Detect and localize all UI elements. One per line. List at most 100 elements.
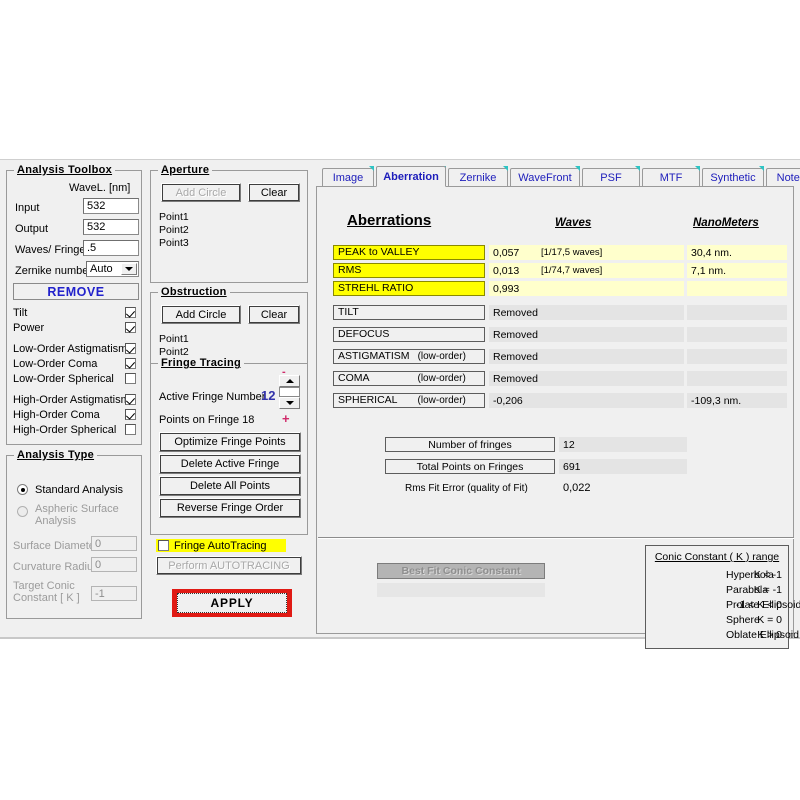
tab-psf[interactable]: PSF — [582, 168, 640, 187]
checkbox-label-power: Power — [13, 322, 44, 334]
checkbox-label-high-order-coma: High-Order Coma — [13, 409, 100, 421]
aberration-waves-value: 0,013 — [493, 265, 541, 277]
waves-per-fringe-field[interactable]: .5 — [83, 240, 139, 256]
conic-shape-name: Hyperbola — [726, 569, 774, 581]
apply-button-frame: APPLY — [172, 589, 292, 617]
apply-button[interactable]: APPLY — [177, 593, 287, 613]
checkbox-low-order-spherical[interactable] — [125, 373, 136, 384]
aberration-row-nanometers: 30,4 nm. — [687, 245, 787, 260]
tab-synthetic[interactable]: Synthetic — [702, 168, 764, 187]
points-on-fringe-label: Points on Fringe 18 — [159, 414, 254, 426]
aberration-row-nanometers — [687, 305, 787, 320]
obstruction-clear-button[interactable]: Clear — [248, 305, 300, 324]
analysis-type-legend: Analysis Type — [14, 449, 97, 461]
tab-marker-zernike-icon — [503, 166, 508, 171]
delete-active-fringe-button[interactable]: Delete Active Fringe — [159, 454, 301, 474]
checkbox-power[interactable] — [125, 322, 136, 333]
tab-image[interactable]: Image — [322, 168, 374, 187]
obstruction-point-1[interactable]: Point1 — [159, 333, 189, 346]
total-points-on-fringes-label: Total Points on Fringes — [385, 459, 555, 474]
spinner-value-box[interactable] — [279, 387, 300, 397]
checkbox-high-order-astigmatism[interactable] — [125, 394, 136, 405]
aberration-row-waves: 0,993 — [489, 281, 684, 296]
number-of-fringes-label: Number of fringes — [385, 437, 555, 452]
checkbox-fringe-autotracing[interactable] — [158, 540, 169, 551]
chevron-down-icon[interactable] — [121, 263, 137, 275]
aperture-add-circle-button[interactable]: Add Circle — [161, 183, 241, 202]
checkbox-tilt[interactable] — [125, 307, 136, 318]
aberration-row-nanometers — [687, 371, 787, 386]
checkbox-high-order-spherical[interactable] — [125, 424, 136, 435]
aberration-name-order: (low-order) — [418, 394, 466, 407]
aberration-tab-panel: Aberrations Waves NanoMeters PEAK to VAL… — [316, 186, 794, 634]
radio-label-aspheric-line1: Aspheric Surface — [35, 503, 119, 515]
radio-aspheric-surface-analysis[interactable] — [17, 506, 28, 517]
checkbox-low-order-astigmatism[interactable] — [125, 343, 136, 354]
column-header-nanometers: NanoMeters — [693, 217, 759, 229]
tab-marker-wavefront-icon — [575, 166, 580, 171]
tab-mtf[interactable]: MTF — [642, 168, 700, 187]
tab-zernike[interactable]: Zernike — [448, 168, 508, 187]
checkbox-label-low-order-spherical: Low-Order Spherical — [13, 373, 114, 385]
results-tab-host: Image Aberration Zernike WaveFront PSF M… — [316, 166, 794, 634]
curvature-radius-field[interactable]: 0 — [91, 557, 137, 572]
aberration-row-waves: Removed — [489, 349, 684, 364]
surface-diameter-field[interactable]: 0 — [91, 536, 137, 551]
aberration-name-text: SPHERICAL — [338, 394, 398, 407]
tab-mtf-label: MTF — [660, 172, 683, 184]
best-fit-conic-constant-button[interactable]: Best Fit Conic Constant — [377, 563, 545, 579]
active-fringe-number-label: Active Fringe Number — [159, 391, 265, 403]
aberration-waves-note: [1/17,5 waves] — [541, 247, 602, 258]
tab-wavefront[interactable]: WaveFront — [510, 168, 580, 187]
increment-fringe-icon[interactable]: + — [282, 411, 290, 426]
output-wavelength-field[interactable]: 532 — [83, 219, 139, 235]
checkbox-low-order-coma[interactable] — [125, 358, 136, 369]
tab-aberration-label: Aberration — [383, 171, 439, 183]
fringe-tracing-group: Fringe Tracing - Active Fringe Number 12… — [150, 363, 308, 535]
radio-standard-analysis[interactable] — [17, 484, 28, 495]
wavelength-header: WaveL. [nm] — [69, 182, 130, 194]
tab-strip: Image Aberration Zernike WaveFront PSF M… — [316, 166, 794, 187]
remove-button[interactable]: REMOVE — [13, 283, 139, 300]
target-conic-constant-field[interactable]: -1 — [91, 586, 137, 601]
reverse-fringe-order-button[interactable]: Reverse Fringe Order — [159, 498, 301, 518]
aberration-row-waves: Removed — [489, 371, 684, 386]
checkbox-label-high-order-spherical: High-Order Spherical — [13, 424, 116, 436]
aberration-row-name: SPHERICAL (low-order) — [333, 393, 485, 408]
tab-notes[interactable]: Notes — [766, 168, 800, 187]
aberration-row-name: TILT — [333, 305, 485, 320]
delete-all-points-button[interactable]: Delete All Points — [159, 476, 301, 496]
obstruction-add-circle-button[interactable]: Add Circle — [161, 305, 241, 324]
spinner-up-icon[interactable] — [279, 375, 300, 387]
spinner-down-icon[interactable] — [279, 397, 300, 409]
aberration-name-text: ASTIGMATISM — [338, 350, 410, 363]
aberration-row-waves: 0,013 [1/74,7 waves] — [489, 263, 684, 278]
input-label: Input — [15, 202, 39, 214]
tab-marker-psf-icon — [635, 166, 640, 171]
optimize-fringe-points-button[interactable]: Optimize Fringe Points — [159, 432, 301, 452]
tab-synthetic-label: Synthetic — [710, 172, 755, 184]
input-wavelength-field[interactable]: 532 — [83, 198, 139, 214]
aberration-row-waves: Removed — [489, 305, 684, 320]
checkbox-high-order-coma[interactable] — [125, 409, 136, 420]
active-fringe-spinner[interactable] — [279, 375, 300, 409]
perform-autotracing-button[interactable]: Perform AUTOTRACING — [156, 556, 302, 575]
aberration-waves-value: 0,993 — [493, 283, 541, 295]
conic-shape-name: Sphere — [726, 614, 760, 626]
checkbox-label-low-order-astigmatism: Low-Order Astigmatism — [13, 343, 127, 355]
aberration-row-nanometers — [687, 349, 787, 364]
column-header-waves: Waves — [555, 217, 591, 229]
conic-shape-name: Parabola — [726, 584, 768, 596]
aperture-point-3[interactable]: Point3 — [159, 237, 189, 250]
aperture-point-1[interactable]: Point1 — [159, 211, 189, 224]
tab-image-label: Image — [333, 172, 364, 184]
analysis-toolbox-group: Analysis Toolbox WaveL. [nm] Input 532 O… — [6, 170, 142, 445]
aberration-row-nanometers: 7,1 nm. — [687, 263, 787, 278]
tab-aberration[interactable]: Aberration — [376, 166, 446, 187]
aperture-point-2[interactable]: Point2 — [159, 224, 189, 237]
rms-fit-error-label: Rms Fit Error (quality of Fit) — [405, 483, 528, 494]
aperture-clear-button[interactable]: Clear — [248, 183, 300, 202]
aperture-legend: Aperture — [158, 164, 212, 176]
number-of-fringes-value: 12 — [559, 437, 687, 452]
zernike-number-select[interactable]: Auto — [86, 261, 139, 277]
